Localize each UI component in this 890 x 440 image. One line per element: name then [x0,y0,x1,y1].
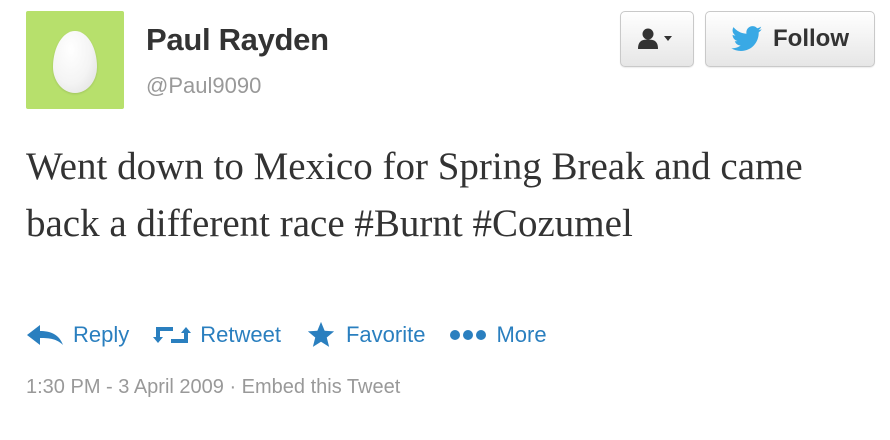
tweet-text: Went down to Mexico for Spring Break and… [26,145,803,245]
reply-arrow-icon [27,325,63,345]
more-dots-icon [450,330,487,340]
twitter-bird-icon [731,26,763,51]
avatar[interactable] [26,11,124,109]
retweet-icon [153,327,192,343]
meta-separator: · [223,376,242,398]
star-icon [307,321,335,347]
reply-action[interactable]: Reply [26,322,129,348]
embed-tweet-link[interactable]: Embed this Tweet [242,376,401,398]
default-egg-icon [53,31,97,93]
tweet-meta: 1:30 PM - 3 April 2009 · Embed this Twee… [26,376,400,399]
timestamp-link[interactable]: 1:30 PM - 3 April 2009 [26,376,224,398]
tweet-actions: Reply Retweet Favorite More [26,316,571,354]
follow-button[interactable]: Follow [705,11,875,67]
favorite-label: Favorite [345,322,426,347]
author-name[interactable]: Paul Rayden [146,22,329,58]
favorite-action[interactable]: Favorite [305,320,425,350]
tweet-card: Paul Rayden @Paul9090 Follow Went down t… [0,0,890,440]
reply-label: Reply [73,322,130,347]
author-handle[interactable]: @Paul9090 [146,73,261,99]
more-label: More [496,322,547,347]
user-actions-button[interactable] [620,11,694,67]
follow-label: Follow [773,25,849,52]
retweet-action[interactable]: Retweet [153,322,281,348]
person-dropdown-icon [638,28,672,49]
retweet-label: Retweet [200,322,281,347]
more-action[interactable]: More [449,322,547,348]
